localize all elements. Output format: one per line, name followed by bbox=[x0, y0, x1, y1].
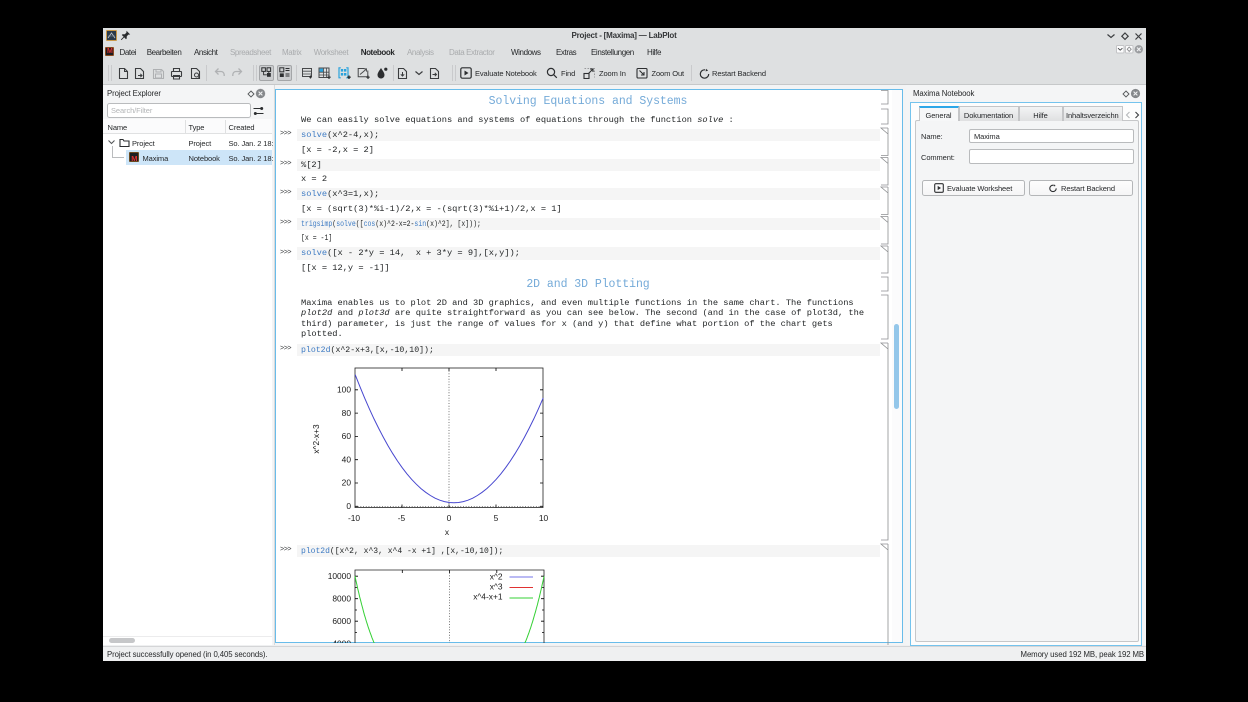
svg-text:40: 40 bbox=[342, 454, 352, 464]
svg-text:x^2: x^2 bbox=[490, 571, 503, 581]
svg-text:100: 100 bbox=[337, 385, 351, 395]
svg-text:6000: 6000 bbox=[332, 616, 351, 626]
svg-text:-5: -5 bbox=[398, 513, 406, 523]
svg-text:x^3: x^3 bbox=[490, 582, 503, 592]
svg-text:60: 60 bbox=[342, 431, 352, 441]
svg-text:x: x bbox=[445, 527, 450, 537]
svg-text:x^4-x+1: x^4-x+1 bbox=[473, 592, 503, 602]
svg-text:-10: -10 bbox=[348, 513, 360, 523]
svg-text:5: 5 bbox=[494, 513, 499, 523]
svg-text:80: 80 bbox=[342, 408, 352, 418]
svg-text:0: 0 bbox=[346, 501, 351, 511]
svg-text:10000: 10000 bbox=[328, 571, 352, 581]
svg-text:20: 20 bbox=[342, 478, 352, 488]
svg-text:10: 10 bbox=[539, 513, 549, 523]
svg-text:0: 0 bbox=[447, 513, 452, 523]
svg-text:4000: 4000 bbox=[332, 639, 351, 644]
svg-text:x^2-x+3: x^2-x+3 bbox=[311, 424, 321, 454]
svg-text:8000: 8000 bbox=[332, 594, 351, 604]
